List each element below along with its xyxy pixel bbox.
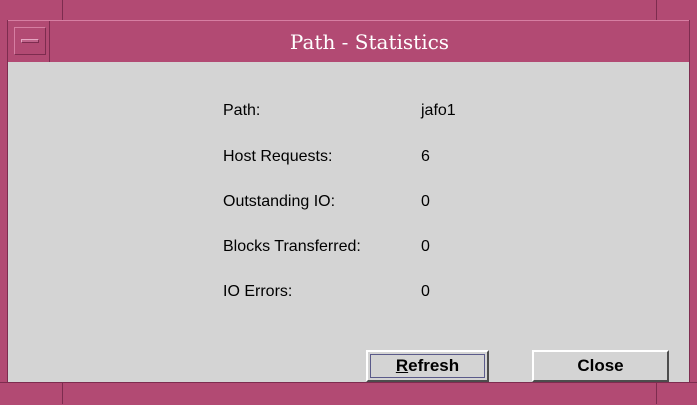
stat-label: Path:: [223, 102, 261, 119]
frame-corner-mark: [656, 382, 657, 404]
window-menu-button[interactable]: [14, 27, 46, 55]
stat-value: 0: [421, 283, 430, 300]
window-menu-icon: [21, 39, 39, 43]
statistics-dialog: Path - Statistics Path: jafo1 Host Reque…: [0, 0, 697, 405]
stat-label: Blocks Transferred:: [223, 238, 361, 255]
frame-corner-mark: [656, 0, 657, 20]
window-title: Path - Statistics: [289, 30, 450, 54]
stat-value: jafo1: [421, 102, 456, 119]
frame-corner-mark: [62, 0, 63, 20]
stat-value: 0: [421, 238, 430, 255]
window-frame-left[interactable]: [0, 20, 8, 382]
stat-label: IO Errors:: [223, 283, 293, 300]
title-bar[interactable]: Path - Statistics: [8, 20, 689, 62]
window-frame-top[interactable]: [0, 0, 697, 21]
window-frame-bottom[interactable]: [0, 382, 697, 405]
stat-label: Host Requests:: [223, 148, 333, 165]
close-button[interactable]: Close: [532, 350, 669, 382]
stat-label: Outstanding IO:: [223, 193, 336, 210]
stat-value: 0: [421, 193, 430, 210]
refresh-button[interactable]: Refresh: [366, 350, 489, 382]
stat-value: 6: [421, 148, 430, 165]
window-frame-right[interactable]: [689, 20, 697, 382]
dialog-content: Path: jafo1 Host Requests: 6 Outstanding…: [8, 62, 689, 382]
frame-corner-mark: [62, 382, 63, 404]
